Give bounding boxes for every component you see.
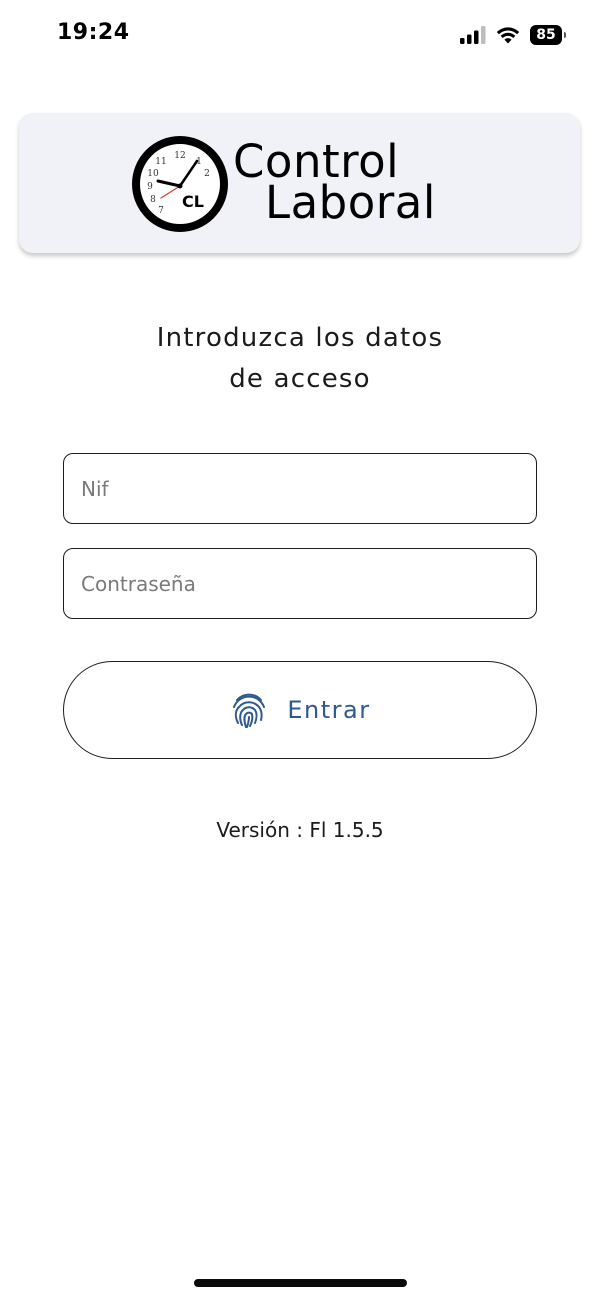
login-button-label: Entrar	[287, 696, 371, 724]
login-prompt-line2: de acceso	[229, 364, 371, 394]
fingerprint-icon	[233, 693, 266, 728]
battery-tip	[564, 32, 566, 38]
login-prompt-line1: Introduzca los datos	[156, 323, 444, 353]
status-time: 19:24	[57, 20, 130, 45]
wifi-icon	[496, 27, 520, 44]
svg-text:10: 10	[147, 169, 159, 179]
logo-badge: CL	[182, 192, 204, 211]
battery-icon: 85	[530, 25, 566, 45]
svg-text:11: 11	[155, 157, 166, 167]
version-label: Versión : Fl 1.5.5	[216, 818, 384, 842]
status-icons: 85	[460, 22, 566, 48]
login-button[interactable]: Entrar	[63, 661, 537, 759]
logo-text: Control Laboral	[233, 139, 436, 229]
svg-text:2: 2	[204, 169, 210, 179]
nif-field[interactable]	[63, 453, 537, 524]
password-field[interactable]	[63, 548, 537, 619]
logo-banner: 12 11 1 10 2 9 8 7 CL Control Laboral	[19, 113, 580, 253]
svg-text:9: 9	[147, 182, 153, 192]
home-indicator[interactable]	[194, 1279, 407, 1287]
svg-text:7: 7	[158, 206, 164, 216]
svg-text:12: 12	[174, 151, 185, 161]
logo-text-line2: Laboral	[265, 176, 436, 229]
status-bar: 19:24 85	[0, 0, 600, 70]
nif-input[interactable]	[64, 454, 536, 523]
clock-icon: 12 11 1 10 2 9 8 7 CL	[132, 136, 228, 232]
battery-level: 85	[536, 27, 556, 43]
login-prompt: Introduzca los datos de acceso	[0, 318, 600, 400]
svg-text:8: 8	[150, 195, 156, 205]
password-input[interactable]	[64, 549, 536, 618]
signal-icon	[460, 26, 486, 44]
